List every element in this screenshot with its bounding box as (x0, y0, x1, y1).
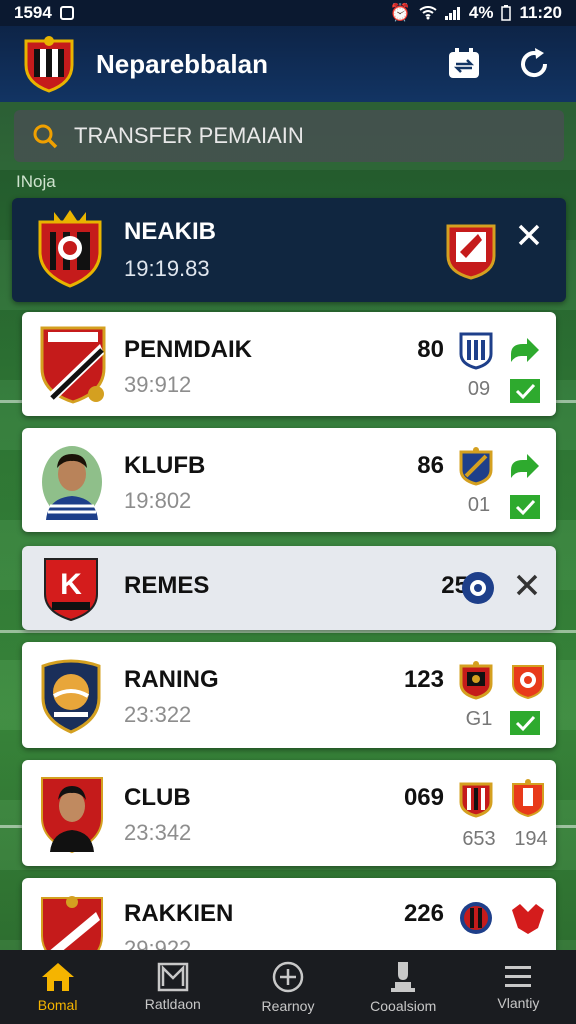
refresh-icon (521, 48, 548, 78)
transfer-time: 19:19.83 (124, 256, 210, 281)
arrow-right-icon (511, 338, 539, 362)
app-bar: Neparebbalan (0, 26, 576, 102)
confirm-checkbox[interactable] (508, 374, 542, 408)
signal-icon (444, 7, 460, 20)
close-button[interactable] (512, 218, 546, 252)
close-icon (518, 224, 540, 246)
nav-label: Cooalsiom (370, 998, 437, 1014)
transfer-button[interactable] (444, 44, 484, 84)
battery-percent: 4% (468, 3, 494, 22)
club-badge-icon (512, 904, 544, 934)
wifi-icon (419, 6, 437, 20)
transfer-time: 39:912 (124, 372, 192, 397)
club-crest-logo[interactable] (22, 35, 76, 93)
envelope-icon (157, 962, 189, 992)
player-name: CLUB (124, 784, 191, 811)
plus-circle-icon (272, 961, 304, 993)
transfer-card[interactable]: KLUFB 19:802 86 01 (22, 428, 556, 532)
transfer-value: 25 (441, 572, 468, 599)
confirm-checkbox[interactable] (508, 490, 542, 524)
section-label: INoja (16, 172, 56, 191)
transfer-value: 226 (403, 900, 444, 927)
transfer-sub-value: 653 (462, 828, 496, 850)
nav-label: Vlantiy (497, 995, 540, 1011)
confirm-checkbox[interactable] (508, 706, 542, 740)
transfer-card[interactable]: CLUB 23:342 069 653 194 (22, 760, 556, 866)
club-badge-icon (460, 902, 492, 934)
check-icon (510, 495, 540, 519)
menu-icon (505, 966, 532, 987)
arrow-right-icon (511, 454, 539, 478)
club-name: PENMDAIK (124, 336, 253, 363)
club-crest (40, 326, 106, 404)
club-badge-icon (459, 447, 493, 486)
transfer-time: 23:342 (124, 820, 192, 845)
club-crest (38, 210, 102, 288)
nav-label: Rearnoy (261, 998, 315, 1014)
nav-home[interactable]: Bomal (0, 950, 115, 1024)
status-time-left: 1594 (14, 3, 52, 22)
trophy-icon (391, 962, 416, 992)
club-name: RANING (124, 666, 219, 693)
alarm-icon: ⏰ (389, 3, 411, 22)
app-title: Neparebbalan (96, 48, 268, 79)
refresh-button[interactable] (514, 44, 554, 84)
transfer-time: 23:322 (124, 702, 192, 727)
nav-add[interactable]: Rearnoy (230, 950, 345, 1024)
club-badge-icon (459, 661, 493, 700)
status-bar: 1594 ⏰ 4% 11:20 (0, 0, 576, 26)
transfer-value: 86 (417, 452, 444, 479)
club-name: REMES (124, 572, 210, 599)
nav-messages[interactable]: Ratldaon (115, 950, 230, 1024)
check-icon (510, 379, 540, 403)
featured-transfer-card[interactable]: NEAKIB 19:19.83 (12, 198, 566, 302)
svg-text:K: K (60, 568, 82, 601)
transfer-card[interactable]: PENMDAIK 39:912 80 09 (22, 312, 556, 416)
status-time-right: 11:20 (519, 3, 562, 22)
club-name: NEAKIB (124, 218, 217, 245)
nav-trophy[interactable]: Cooalsiom (346, 950, 461, 1024)
search-input[interactable]: TRANSFER PEMAIAIN (74, 123, 304, 149)
transfer-sub-value: 09 (467, 378, 491, 400)
club-badge-icon (512, 665, 544, 700)
transfer-value: 80 (417, 336, 444, 363)
transfer-value: 069 (403, 784, 444, 811)
check-icon (510, 711, 540, 735)
accept-button[interactable] (508, 334, 542, 368)
pitch-line (0, 630, 576, 633)
nav-menu[interactable]: Vlantiy (461, 950, 576, 1024)
search-bar[interactable]: TRANSFER PEMAIAIN (14, 110, 564, 162)
search-icon (33, 124, 58, 149)
notification-icon (59, 6, 74, 20)
transfer-icon (449, 48, 479, 78)
club-crest (41, 659, 101, 734)
club-badge-icon (512, 779, 544, 818)
home-icon (41, 963, 74, 991)
transfer-card[interactable]: RANING 23:322 123 G1 (22, 642, 556, 748)
bottom-navigation: Bomal Ratldaon Rearnoy Cooalsiom Vlantiy (0, 950, 576, 1024)
close-icon (516, 574, 538, 596)
transfer-sub-value-2: 194 (514, 828, 548, 850)
accept-button[interactable] (508, 450, 542, 484)
club-badge-icon (446, 224, 496, 280)
battery-icon (501, 5, 512, 21)
transfer-sub-value: G1 (465, 708, 493, 730)
transfer-value: 123 (403, 666, 444, 693)
club-badge-icon (459, 332, 493, 370)
club-badge-icon (459, 782, 493, 818)
transfer-sub-value: 01 (467, 494, 491, 516)
club-name: RAKKIEN (124, 900, 234, 927)
nav-label: Ratldaon (144, 996, 201, 1012)
player-avatar (42, 446, 102, 520)
player-avatar (41, 777, 103, 854)
reject-button[interactable] (510, 568, 544, 602)
club-crest: K (44, 558, 98, 622)
nav-label: Bomal (37, 997, 78, 1013)
club-badge-icon (462, 572, 494, 604)
transfer-card[interactable]: K REMES 25 (22, 546, 556, 630)
player-name: KLUFB (124, 452, 206, 479)
transfer-time: 19:802 (124, 488, 192, 513)
